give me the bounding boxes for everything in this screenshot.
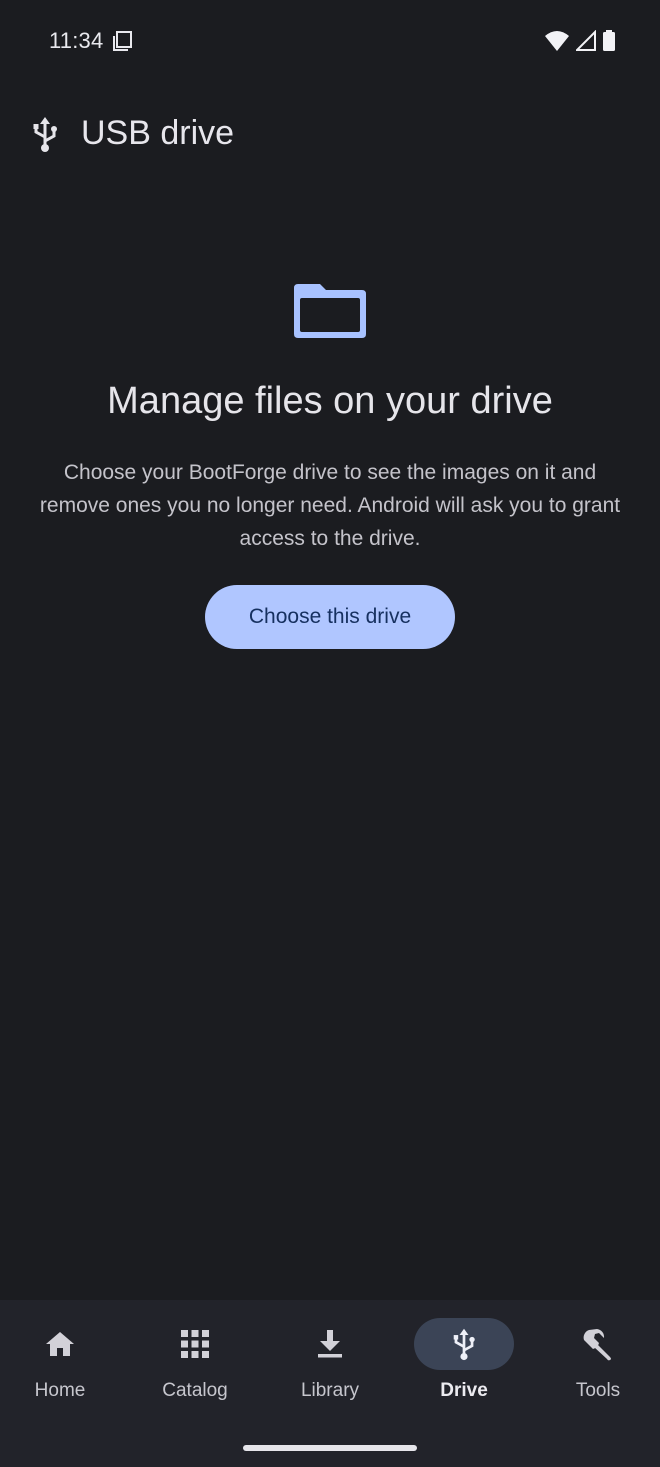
nav-item-catalog[interactable]: Catalog: [129, 1318, 261, 1410]
nav-item-drive[interactable]: Drive: [398, 1318, 530, 1410]
wifi-icon: [544, 30, 570, 57]
status-icons: [544, 29, 616, 57]
home-icon: [0, 1318, 126, 1370]
nav-label-drive: Drive: [440, 1380, 488, 1401]
bottom-navigation: Home Catalog Library Drive Tools: [0, 1300, 660, 1467]
page-title: USB drive: [81, 114, 235, 152]
status-time: 11:34: [49, 28, 104, 53]
wrench-icon: [532, 1318, 660, 1370]
top-app-bar: USB drive: [0, 100, 660, 170]
nav-item-library[interactable]: Library: [264, 1318, 396, 1410]
empty-state-title: Manage files on your drive: [107, 380, 553, 422]
nav-item-home[interactable]: Home: [0, 1318, 126, 1410]
gesture-home-indicator[interactable]: [243, 1445, 417, 1451]
nav-item-tools[interactable]: Tools: [532, 1318, 660, 1410]
screen-icon: [112, 30, 134, 57]
nav-label-home: Home: [34, 1380, 86, 1401]
usb-icon: [31, 115, 59, 158]
choose-drive-button[interactable]: Choose this drive: [205, 585, 455, 649]
nav-label-tools: Tools: [575, 1380, 621, 1401]
status-bar: 11:34: [0, 0, 660, 84]
battery-icon: [602, 30, 616, 57]
nav-label-library: Library: [300, 1380, 360, 1401]
grid-icon: [129, 1318, 261, 1370]
download-icon: [264, 1318, 396, 1370]
empty-state-description: Choose your BootForge drive to see the i…: [39, 461, 621, 550]
folder-icon: [290, 276, 370, 345]
cell-signal-icon: [574, 29, 596, 57]
nav-label-catalog: Catalog: [162, 1380, 228, 1401]
usb-icon: [398, 1318, 530, 1370]
